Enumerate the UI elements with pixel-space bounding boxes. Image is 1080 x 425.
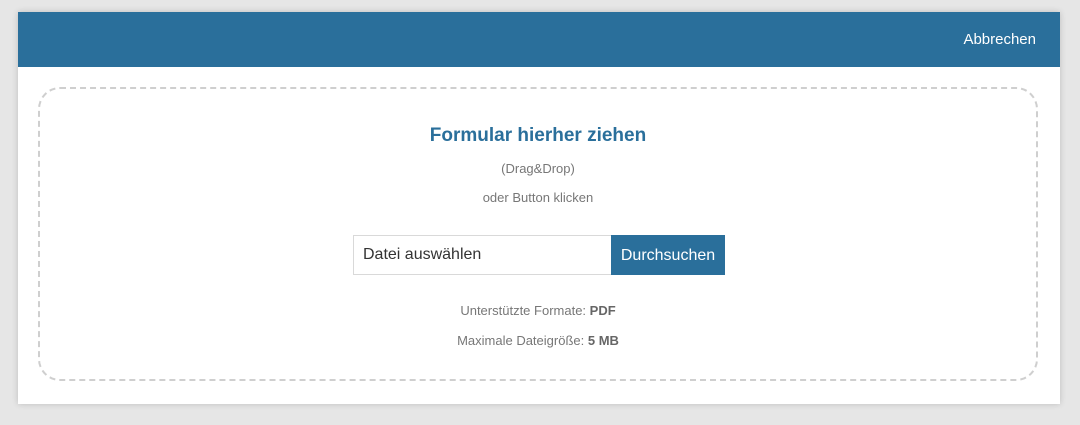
browse-button[interactable]: Durchsuchen xyxy=(611,235,725,275)
button-hint: oder Button klicken xyxy=(482,190,594,205)
drop-zone[interactable]: Formular hierher ziehen (Drag&Drop) oder… xyxy=(38,87,1038,381)
drag-drop-hint: (Drag&Drop) xyxy=(501,161,575,176)
file-input[interactable]: Datei auswählen xyxy=(353,235,611,275)
file-picker: Datei auswählen Durchsuchen xyxy=(353,235,725,275)
supported-formats: Unterstützte Formate: PDF xyxy=(40,303,1036,318)
dialog-header: Abbrechen xyxy=(18,12,1060,67)
cancel-button[interactable]: Abbrechen xyxy=(963,31,1036,48)
upload-dialog: Abbrechen Formular hierher ziehen (Drag&… xyxy=(18,12,1060,404)
supported-formats-label: Unterstützte Formate: xyxy=(460,303,590,318)
max-file-size-label: Maximale Dateigröße: xyxy=(457,333,588,348)
drop-zone-title: Formular hierher ziehen xyxy=(429,125,647,146)
max-file-size-value: 5 MB xyxy=(587,333,619,348)
max-file-size: Maximale Dateigröße: 5 MB xyxy=(40,333,1036,348)
supported-formats-value: PDF xyxy=(589,303,616,318)
